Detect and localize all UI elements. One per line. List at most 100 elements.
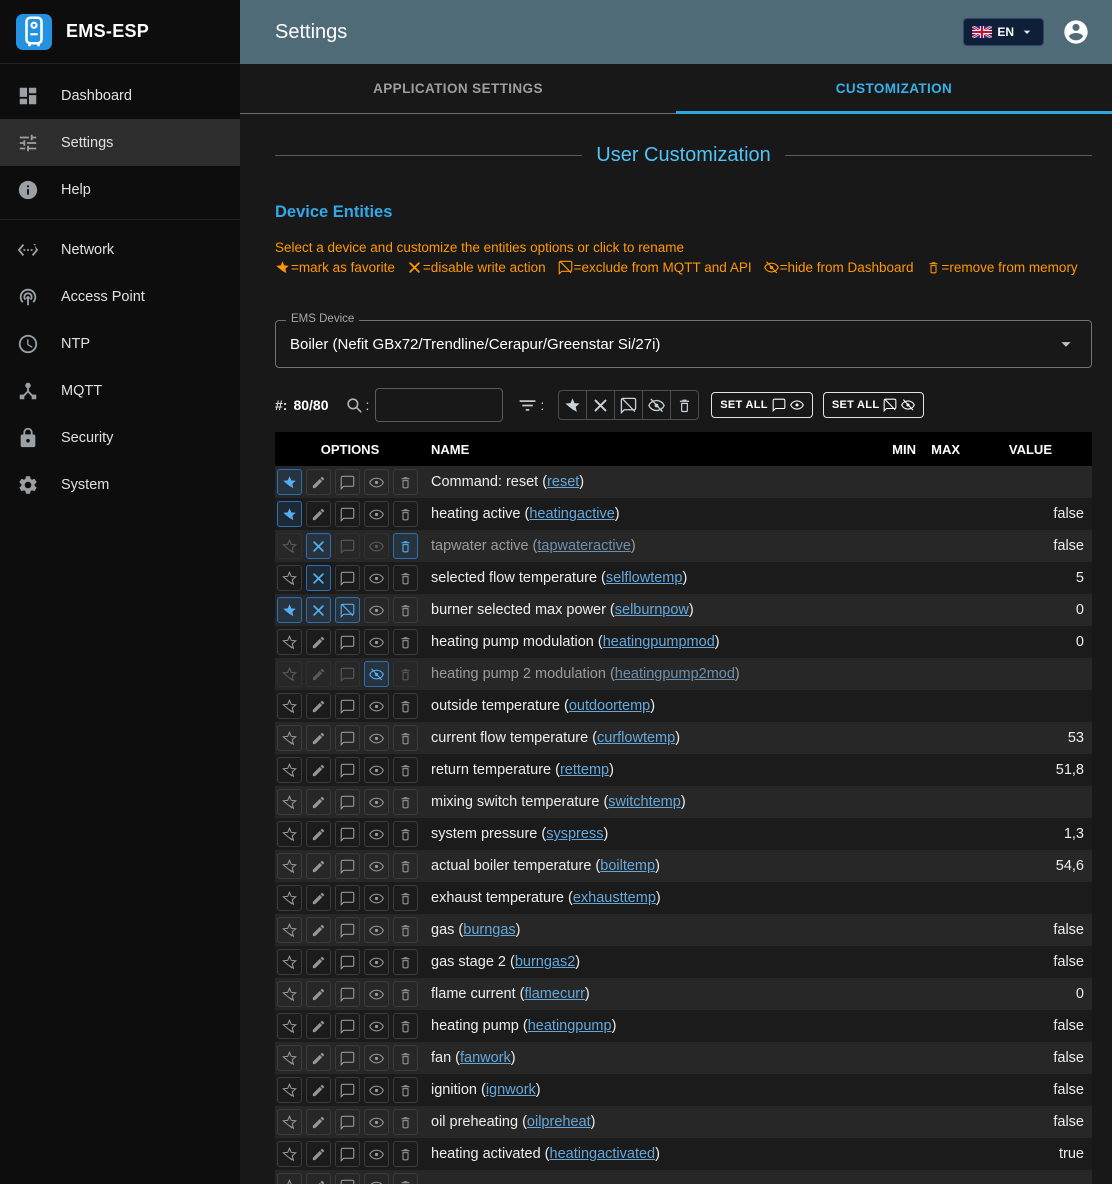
sidebar-item-network[interactable]: Network	[0, 226, 240, 273]
mqtt-exclude-toggle[interactable]	[335, 821, 360, 847]
delete-toggle[interactable]	[393, 917, 418, 943]
delete-toggle[interactable]	[393, 853, 418, 879]
write-toggle[interactable]	[306, 1141, 331, 1167]
write-toggle[interactable]	[306, 597, 331, 623]
visibility-toggle[interactable]	[364, 661, 389, 687]
write-toggle[interactable]	[306, 469, 331, 495]
sidebar-item-help[interactable]: Help	[0, 166, 240, 213]
favorite-toggle[interactable]	[277, 565, 302, 591]
delete-toggle[interactable]	[393, 1045, 418, 1071]
entity-shortname-link[interactable]: burngas2	[515, 954, 575, 970]
table-row[interactable]: heating active (heatingactive)false	[275, 498, 1092, 530]
sidebar-item-security[interactable]: Security	[0, 414, 240, 461]
write-toggle[interactable]	[306, 1109, 331, 1135]
write-toggle[interactable]	[306, 1013, 331, 1039]
mqtt-exclude-toggle[interactable]	[335, 629, 360, 655]
sidebar-item-dashboard[interactable]: Dashboard	[0, 72, 240, 119]
mqtt-exclude-toggle[interactable]	[335, 725, 360, 751]
entity-shortname-link[interactable]: heatingpumpmod	[603, 634, 715, 650]
favorite-toggle[interactable]	[277, 597, 302, 623]
write-toggle[interactable]	[306, 725, 331, 751]
write-toggle[interactable]	[306, 885, 331, 911]
table-row[interactable]: fan (fanwork)false	[275, 1042, 1092, 1074]
table-row[interactable]: oil preheating (oilpreheat)false	[275, 1106, 1092, 1138]
favorite-toggle[interactable]	[277, 1077, 302, 1103]
table-row[interactable]: ignition (ignwork)false	[275, 1074, 1092, 1106]
star-filter-toggle[interactable]	[558, 390, 587, 420]
delete-toggle[interactable]	[393, 661, 418, 687]
write-toggle[interactable]	[306, 757, 331, 783]
sidebar-item-access-point[interactable]: Access Point	[0, 273, 240, 320]
write-toggle[interactable]	[306, 821, 331, 847]
write-toggle[interactable]	[306, 661, 331, 687]
delete-toggle[interactable]	[393, 757, 418, 783]
visibility-toggle[interactable]	[364, 565, 389, 591]
visibility-toggle[interactable]	[364, 501, 389, 527]
entity-shortname-link[interactable]: fanwork	[460, 1050, 511, 1066]
entity-shortname-link[interactable]: burngas	[463, 922, 515, 938]
mqtt-exclude-toggle[interactable]	[335, 1141, 360, 1167]
table-row[interactable]: Command: reset (reset)	[275, 466, 1092, 498]
visibility-toggle[interactable]	[364, 1141, 389, 1167]
mqtt-exclude-toggle[interactable]	[335, 501, 360, 527]
table-row[interactable]: return temperature (rettemp)51,8	[275, 754, 1092, 786]
visibility-toggle[interactable]	[364, 981, 389, 1007]
favorite-toggle[interactable]	[277, 1173, 302, 1184]
delete-toggle[interactable]	[393, 597, 418, 623]
mqtt-exclude-toggle[interactable]	[335, 885, 360, 911]
entity-shortname-link[interactable]: switchtemp	[608, 794, 681, 810]
favorite-toggle[interactable]	[277, 501, 302, 527]
entity-shortname-link[interactable]: rettemp	[560, 762, 609, 778]
favorite-toggle[interactable]	[277, 757, 302, 783]
visibility-toggle[interactable]	[364, 1077, 389, 1103]
visibility-toggle[interactable]	[364, 1045, 389, 1071]
mqtt-exclude-toggle[interactable]	[335, 757, 360, 783]
favorite-toggle[interactable]	[277, 1109, 302, 1135]
mqtt-exclude-toggle[interactable]	[335, 693, 360, 719]
entity-shortname-link[interactable]: reset	[547, 474, 579, 490]
table-row[interactable]: exhaust temperature (exhausttemp)	[275, 882, 1092, 914]
entity-shortname-link[interactable]: ignwork	[486, 1082, 536, 1098]
write-toggle[interactable]	[306, 949, 331, 975]
tab-customization[interactable]: CUSTOMIZATION	[676, 64, 1112, 113]
table-row[interactable]: gas (burngas)false	[275, 914, 1092, 946]
write-toggle[interactable]	[306, 1077, 331, 1103]
write-toggle[interactable]	[306, 789, 331, 815]
favorite-toggle[interactable]	[277, 821, 302, 847]
mqtt-exclude-toggle[interactable]	[335, 1013, 360, 1039]
write-toggle[interactable]	[306, 981, 331, 1007]
table-row[interactable]: heating pump (heatingpump)false	[275, 1010, 1092, 1042]
visibility-toggle[interactable]	[364, 853, 389, 879]
mqtt-exclude-toggle[interactable]	[335, 949, 360, 975]
delete-toggle[interactable]	[393, 949, 418, 975]
delete-toggle[interactable]	[393, 789, 418, 815]
visibility-toggle[interactable]	[364, 757, 389, 783]
entity-shortname-link[interactable]: flamecurr	[524, 986, 584, 1002]
sidebar-item-settings[interactable]: Settings	[0, 119, 240, 166]
favorite-toggle[interactable]	[277, 629, 302, 655]
favorite-toggle[interactable]	[277, 853, 302, 879]
delete-toggle[interactable]	[393, 1077, 418, 1103]
table-row[interactable]: flame current (flamecurr)0	[275, 978, 1092, 1010]
set-all-button-1[interactable]: SET ALL	[711, 392, 813, 418]
delete-toggle[interactable]	[393, 885, 418, 911]
visibility-toggle[interactable]	[364, 533, 389, 559]
mqtt-exclude-toggle[interactable]	[335, 853, 360, 879]
mqtt-exclude-toggle[interactable]	[335, 789, 360, 815]
delete-toggle[interactable]	[393, 533, 418, 559]
sidebar-item-system[interactable]: System	[0, 461, 240, 508]
mqtt-exclude-toggle[interactable]	[335, 917, 360, 943]
eye-off-filter-toggle[interactable]	[642, 390, 671, 420]
set-all-button-2[interactable]: SET ALL	[823, 392, 925, 418]
favorite-toggle[interactable]	[277, 789, 302, 815]
visibility-toggle[interactable]	[364, 469, 389, 495]
visibility-toggle[interactable]	[364, 725, 389, 751]
ems-device-select[interactable]: EMS Device Boiler (Nefit GBx72/Trendline…	[275, 320, 1092, 368]
visibility-toggle[interactable]	[364, 629, 389, 655]
language-selector[interactable]: EN	[963, 18, 1044, 46]
mqtt-exclude-toggle[interactable]	[335, 661, 360, 687]
delete-toggle[interactable]	[393, 501, 418, 527]
visibility-toggle[interactable]	[364, 1109, 389, 1135]
entity-shortname-link[interactable]: heatingpump2mod	[615, 666, 735, 682]
favorite-toggle[interactable]	[277, 1013, 302, 1039]
